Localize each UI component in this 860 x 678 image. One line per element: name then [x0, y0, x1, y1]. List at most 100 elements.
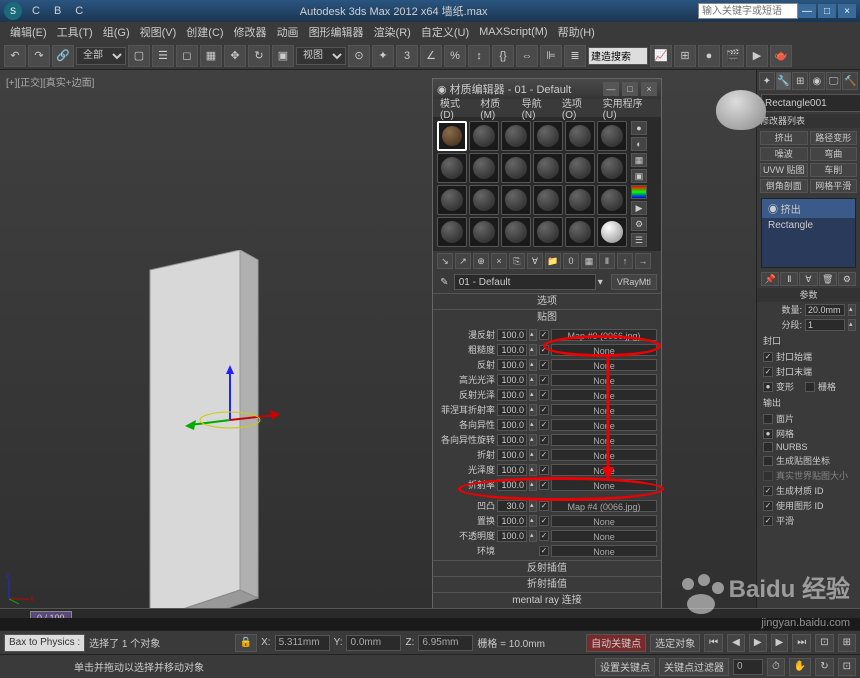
- map-amount[interactable]: 100.0: [497, 464, 527, 476]
- render-setup-button[interactable]: 🎬: [722, 45, 744, 67]
- map-amount[interactable]: 100.0: [497, 530, 527, 542]
- auto-key-button[interactable]: 自动关键点: [586, 634, 646, 652]
- mat-menu-util[interactable]: 实用程序(U): [600, 95, 657, 121]
- map-slot-button[interactable]: None: [551, 359, 657, 371]
- y-input[interactable]: [346, 635, 401, 651]
- orbit-button[interactable]: ↻: [815, 658, 833, 676]
- use-shape-check[interactable]: ✓: [763, 501, 773, 511]
- material-slot[interactable]: [533, 153, 563, 183]
- menu-tools[interactable]: 工具(T): [53, 24, 97, 40]
- refract-interp-rollout[interactable]: 折射插值: [433, 576, 661, 592]
- material-slot[interactable]: [597, 217, 627, 247]
- cap-start-check[interactable]: ✓: [763, 352, 773, 362]
- map-amount[interactable]: 100.0: [497, 434, 527, 446]
- named-sets-button[interactable]: {}: [492, 45, 514, 67]
- menu-group[interactable]: 组(G): [99, 24, 134, 40]
- angle-snap-button[interactable]: ∠: [420, 45, 442, 67]
- material-slot[interactable]: [533, 121, 563, 151]
- real-world-check[interactable]: [763, 471, 773, 481]
- map-slot-button[interactable]: None: [551, 374, 657, 386]
- map-amount[interactable]: 100.0: [497, 329, 527, 341]
- map-enable-check[interactable]: ✓: [539, 450, 549, 460]
- maximize-button[interactable]: □: [818, 4, 836, 18]
- layer-button[interactable]: ≣: [564, 45, 586, 67]
- material-slot[interactable]: [437, 153, 467, 183]
- close-button[interactable]: ×: [838, 4, 856, 18]
- map-amount[interactable]: 100.0: [497, 389, 527, 401]
- key-filters-button[interactable]: 关键点过滤器: [659, 658, 729, 676]
- morph-radio[interactable]: ●: [763, 382, 773, 392]
- material-slot[interactable]: [501, 153, 531, 183]
- z-input[interactable]: [418, 635, 473, 651]
- transform-gizmo[interactable]: [180, 360, 300, 440]
- smooth-check[interactable]: ✓: [763, 516, 773, 526]
- map-slot-button[interactable]: Map #0 (0066.jpg): [551, 329, 657, 341]
- utilities-tab[interactable]: 🔨: [842, 72, 858, 90]
- menu-views[interactable]: 视图(V): [136, 24, 181, 40]
- material-type-button[interactable]: VRayMtl: [611, 274, 657, 290]
- mod-bend[interactable]: 弯曲: [810, 147, 858, 161]
- manipulate-button[interactable]: ✦: [372, 45, 394, 67]
- map-slot-button[interactable]: None: [551, 344, 657, 356]
- material-slot[interactable]: [597, 185, 627, 215]
- render-frame-button[interactable]: ▶: [746, 45, 768, 67]
- snap-button[interactable]: 3: [396, 45, 418, 67]
- minimize-button[interactable]: —: [798, 4, 816, 18]
- map-amount[interactable]: 100.0: [497, 344, 527, 356]
- mat-menu-options[interactable]: 选项(O): [559, 95, 598, 121]
- play-start-button[interactable]: ⏮: [704, 634, 723, 652]
- x-input[interactable]: [275, 635, 330, 651]
- set-key-button[interactable]: 设置关键点: [595, 658, 655, 676]
- material-slot[interactable]: [469, 153, 499, 183]
- mod-lathe[interactable]: 车削: [810, 163, 858, 177]
- stack-item-rectangle[interactable]: Rectangle: [762, 218, 855, 233]
- menu-edit[interactable]: 编辑(E): [6, 24, 51, 40]
- map-spinner[interactable]: ▴: [529, 500, 537, 512]
- reset-button[interactable]: ×: [491, 253, 507, 269]
- scale-button[interactable]: ▣: [272, 45, 294, 67]
- qat-item[interactable]: C: [26, 3, 46, 19]
- display-tab[interactable]: 🖵: [826, 72, 842, 90]
- menu-modifiers[interactable]: 修改器: [230, 24, 271, 40]
- map-enable-check[interactable]: ✓: [539, 330, 549, 340]
- make-copy-button[interactable]: ⎘: [509, 253, 525, 269]
- map-enable-check[interactable]: ✓: [539, 360, 549, 370]
- map-slot-button[interactable]: None: [551, 449, 657, 461]
- map-amount[interactable]: 100.0: [497, 404, 527, 416]
- map-spinner[interactable]: ▴: [529, 464, 537, 476]
- sample-type-button[interactable]: ●: [631, 121, 647, 135]
- material-slot[interactable]: [533, 217, 563, 247]
- map-spinner[interactable]: ▴: [529, 329, 537, 341]
- bake-physics-button[interactable]: Bax to Physics :: [4, 634, 85, 652]
- material-slot[interactable]: [501, 217, 531, 247]
- mat-close-button[interactable]: ×: [641, 82, 657, 96]
- modifier-list-header[interactable]: 修改器列表: [757, 114, 860, 128]
- map-enable-check[interactable]: ✓: [539, 345, 549, 355]
- background-button[interactable]: ▦: [631, 153, 647, 167]
- map-slot-button[interactable]: None: [551, 404, 657, 416]
- map-enable-check[interactable]: ✓: [539, 531, 549, 541]
- patch-radio[interactable]: [763, 414, 773, 424]
- mod-uvwmap[interactable]: UVW 贴图: [760, 163, 808, 177]
- timeline[interactable]: 0 / 100: [0, 608, 860, 630]
- frame-input[interactable]: [733, 659, 763, 675]
- menu-create[interactable]: 创建(C): [182, 24, 227, 40]
- scene-object[interactable]: [130, 250, 260, 630]
- amount-input[interactable]: [805, 304, 845, 316]
- mat-menu-modes[interactable]: 模式(D): [437, 95, 475, 121]
- reflect-interp-rollout[interactable]: 反射插值: [433, 560, 661, 576]
- align-button[interactable]: ⊫: [540, 45, 562, 67]
- pan-button[interactable]: ✋: [789, 658, 811, 676]
- map-amount[interactable]: 100.0: [497, 419, 527, 431]
- select-button[interactable]: ▢: [128, 45, 150, 67]
- material-name-dropdown[interactable]: ▾: [598, 277, 609, 288]
- map-slot-button[interactable]: None: [551, 419, 657, 431]
- mat-minimize-button[interactable]: —: [603, 82, 619, 96]
- select-name-button[interactable]: ☰: [152, 45, 174, 67]
- map-spinner[interactable]: ▴: [529, 344, 537, 356]
- material-slot[interactable]: [469, 121, 499, 151]
- segments-spinner[interactable]: ▴: [848, 319, 856, 331]
- play-end-button[interactable]: ⏭: [792, 634, 811, 652]
- show-map-button[interactable]: ▦: [581, 253, 597, 269]
- mod-pathdeform[interactable]: 路径变形: [810, 131, 858, 145]
